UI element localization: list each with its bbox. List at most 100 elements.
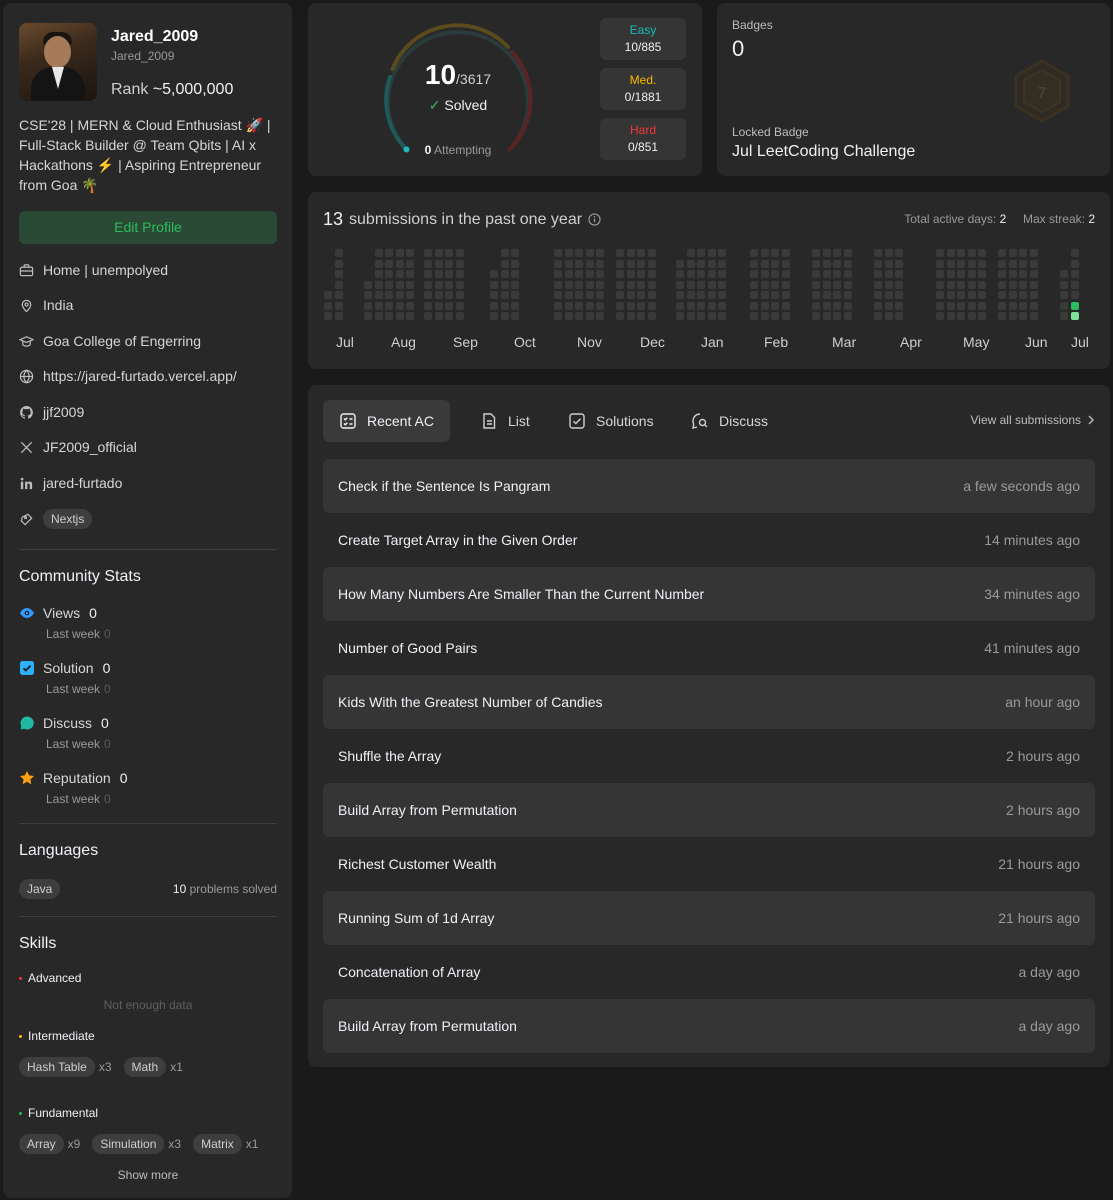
heatmap-cell[interactable] — [395, 301, 404, 310]
submission-title[interactable]: Running Sum of 1d Array — [338, 910, 494, 926]
heatmap-cell[interactable] — [395, 270, 404, 278]
show-more-button[interactable]: Show more — [19, 1168, 277, 1182]
heatmap-cell[interactable] — [946, 291, 955, 299]
heatmap-cell[interactable] — [707, 270, 716, 278]
heatmap-cell[interactable] — [781, 280, 790, 289]
heatmap-cell[interactable] — [637, 270, 645, 278]
heatmap-cell[interactable] — [500, 291, 509, 299]
heatmap-cell[interactable] — [554, 312, 562, 320]
heatmap-cell[interactable] — [374, 259, 383, 268]
tab-discuss[interactable]: Discuss — [675, 400, 784, 442]
heatmap-cell[interactable] — [833, 259, 841, 268]
heatmap-cell[interactable] — [424, 301, 432, 310]
heatmap-cell[interactable] — [946, 259, 955, 268]
heatmap-cell[interactable] — [500, 280, 509, 289]
heatmap-cell[interactable] — [511, 280, 519, 289]
heatmap-cell[interactable] — [585, 259, 594, 268]
heatmap-cell[interactable] — [334, 249, 343, 257]
heatmap-cell[interactable] — [874, 312, 882, 320]
heatmap-cell[interactable] — [946, 312, 955, 320]
heatmap-cell[interactable] — [500, 259, 509, 268]
submission-row[interactable]: Running Sum of 1d Array 21 hours ago — [323, 891, 1095, 945]
heatmap-cell[interactable] — [511, 291, 519, 299]
heatmap-cell[interactable] — [626, 249, 635, 257]
heatmap-cell[interactable] — [616, 312, 624, 320]
submission-title[interactable]: Check if the Sentence Is Pangram — [338, 478, 550, 494]
heatmap-cell[interactable] — [718, 249, 726, 257]
heatmap-cell[interactable] — [1070, 259, 1079, 268]
heatmap-cell[interactable] — [998, 270, 1006, 278]
heatmap-cell[interactable] — [936, 291, 944, 299]
heatmap-cell[interactable] — [554, 291, 562, 299]
heatmap-cell[interactable] — [511, 301, 519, 310]
heatmap-cell[interactable] — [967, 259, 976, 268]
heatmap-cell[interactable] — [334, 312, 343, 320]
heatmap-cell[interactable] — [1008, 249, 1017, 257]
heatmap-cell[interactable] — [978, 259, 986, 268]
heatmap-cell[interactable] — [1070, 301, 1079, 310]
heatmap-cell[interactable] — [455, 280, 464, 289]
skill-tag[interactable]: Matrix — [193, 1134, 242, 1154]
language-tag-java[interactable]: Java — [19, 879, 61, 899]
heatmap-cell[interactable] — [833, 312, 841, 320]
heatmap-cell[interactable] — [884, 301, 893, 310]
heatmap-cell[interactable] — [626, 312, 635, 320]
heatmap-cell[interactable] — [676, 280, 684, 289]
heatmap-cell[interactable] — [998, 280, 1006, 289]
heatmap-cell[interactable] — [697, 270, 705, 278]
heatmap-cell[interactable] — [760, 259, 769, 268]
heatmap-cell[interactable] — [585, 249, 594, 257]
heatmap-cell[interactable] — [596, 259, 604, 268]
heatmap-cell[interactable] — [564, 301, 573, 310]
heatmap-cell[interactable] — [822, 259, 831, 268]
submission-row[interactable]: How Many Numbers Are Smaller Than the Cu… — [323, 567, 1095, 621]
heatmap-cell[interactable] — [334, 291, 343, 299]
heatmap-cell[interactable] — [718, 270, 726, 278]
heatmap-cell[interactable] — [946, 249, 955, 257]
heatmap-cell[interactable] — [500, 312, 509, 320]
heatmap-cell[interactable] — [843, 280, 852, 289]
heatmap-cell[interactable] — [936, 249, 944, 257]
heatmap-cell[interactable] — [998, 301, 1006, 310]
heatmap-cell[interactable] — [1019, 312, 1027, 320]
heatmap-cell[interactable] — [760, 249, 769, 257]
heatmap-cell[interactable] — [490, 312, 498, 320]
heatmap-cell[interactable] — [750, 270, 758, 278]
submission-row[interactable]: Build Array from Permutation 2 hours ago — [323, 783, 1095, 837]
heatmap-cell[interactable] — [843, 259, 852, 268]
heatmap-cell[interactable] — [324, 312, 332, 320]
heatmap-cell[interactable] — [434, 312, 443, 320]
heatmap-cell[interactable] — [822, 312, 831, 320]
heatmap-cell[interactable] — [812, 312, 820, 320]
heatmap-cell[interactable] — [895, 312, 903, 320]
heatmap-cell[interactable] — [554, 259, 562, 268]
heatmap-cell[interactable] — [895, 259, 903, 268]
heatmap-cell[interactable] — [490, 270, 498, 278]
heatmap-cell[interactable] — [957, 301, 965, 310]
heatmap-cell[interactable] — [676, 312, 684, 320]
heatmap-cell[interactable] — [647, 249, 656, 257]
heatmap-cell[interactable] — [781, 270, 790, 278]
heatmap-cell[interactable] — [812, 249, 820, 257]
heatmap-cell[interactable] — [760, 301, 769, 310]
heatmap-cell[interactable] — [585, 301, 594, 310]
heatmap-cell[interactable] — [334, 270, 343, 278]
heatmap-cell[interactable] — [637, 301, 645, 310]
heatmap-cell[interactable] — [697, 312, 705, 320]
heatmap-cell[interactable] — [385, 270, 393, 278]
heatmap-cell[interactable] — [434, 291, 443, 299]
heatmap-cell[interactable] — [822, 270, 831, 278]
heatmap-cell[interactable] — [424, 259, 432, 268]
heatmap-cell[interactable] — [385, 249, 393, 257]
heatmap-cell[interactable] — [445, 301, 453, 310]
heatmap-cell[interactable] — [843, 312, 852, 320]
heatmap-cell[interactable] — [697, 291, 705, 299]
linkedin-text[interactable]: jared-furtado — [43, 475, 122, 491]
heatmap-cell[interactable] — [511, 270, 519, 278]
heatmap-cell[interactable] — [585, 291, 594, 299]
heatmap-cell[interactable] — [967, 249, 976, 257]
heatmap-cell[interactable] — [1029, 291, 1038, 299]
website-link[interactable]: https://jared-furtado.vercel.app/ — [19, 365, 279, 387]
heatmap-cell[interactable] — [884, 270, 893, 278]
heatmap-cell[interactable] — [637, 291, 645, 299]
